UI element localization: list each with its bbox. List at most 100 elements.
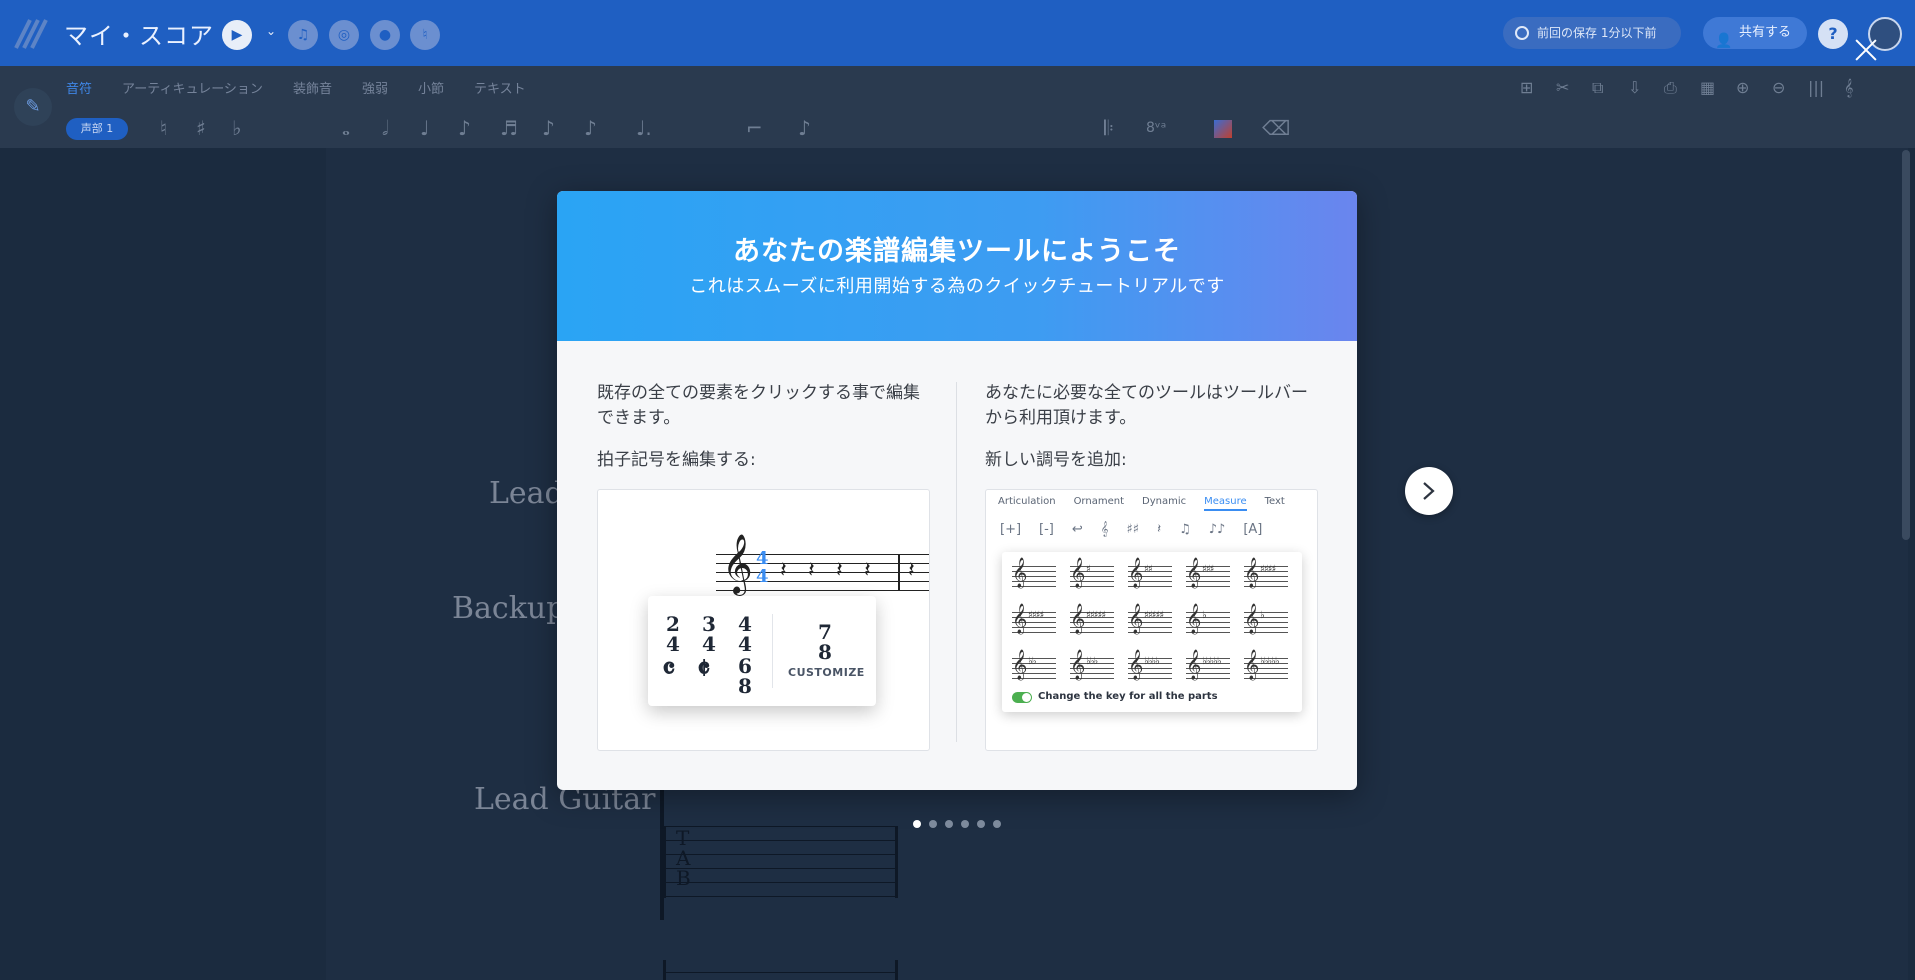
mini-tab: Ornament [1073,496,1124,507]
text-icon: [A] [1243,522,1263,537]
layout-icon[interactable]: ▦ [1700,78,1722,97]
tab-staff[interactable] [663,826,898,898]
key-signature-option: 𝄞 ♯♯♯♯ [1244,558,1288,588]
key-signature-icon: ♯♯ [1126,522,1140,537]
eighth-note-icon[interactable]: ♪ [458,116,471,140]
time-signature-illustration: 𝄞 44 𝄽 𝄽 𝄽 𝄽 𝄽 24 34 44 𝄴 𝄵 68 7 8 CUSTO… [597,489,930,751]
add-user-icon: 👤 [1715,33,1733,49]
return-icon: ↩ [1071,522,1083,537]
delete-icon[interactable]: ⌫ [1262,116,1290,140]
score-title[interactable]: マイ・スコア [64,16,214,51]
natural-icon[interactable]: ♮ [160,116,167,140]
tab-measure[interactable]: 小節 [418,78,444,97]
tie-icon: ♪♪ [1208,522,1226,537]
metronome-icon[interactable]: ◎ [329,20,359,50]
toggle-label: Change the key for all the parts [1038,691,1218,702]
tab-notes[interactable]: 音符 [66,78,92,97]
next-slide-button[interactable] [1405,467,1453,515]
pagination-dot[interactable] [977,820,985,828]
tutorial-text: 既存の全ての要素をクリックする事で編集できます。 [597,383,920,428]
tab-ornament[interactable]: 装飾音 [293,78,332,97]
tutorial-label: 拍子記号を編集する: [597,450,756,470]
mini-tab: Text [1264,496,1285,507]
mini-tab: Measure [1204,496,1247,511]
sixteenth-note-icon[interactable]: ♬ [500,116,518,140]
common-time-icon: 𝄴 [662,652,676,687]
share-button[interactable]: 👤 共有する [1703,17,1807,49]
time-signature-option: 44 [738,612,752,656]
tab-clef: TAB [676,826,691,890]
quarter-note-icon[interactable]: ♩ [420,116,429,140]
triplet-icon[interactable]: ⌐ [746,116,763,140]
tab-dynamic[interactable]: 強弱 [362,78,388,97]
key-signature-option: 𝄞 ♭♭♭♭♭ [1186,650,1230,680]
half-note-icon[interactable]: 𝅗𝅥 [382,116,388,140]
piano-icon[interactable]: 𝄞 [1844,78,1866,97]
key-signature-option: 𝄞 ♯♯♯ [1186,558,1230,588]
tab-text[interactable]: テキスト [474,78,526,97]
instrument-name[interactable]: Lead [489,476,564,511]
key-signature-option: 𝄞 ♭♭♭♭ [1128,650,1172,680]
download-icon[interactable]: ⇩ [1628,78,1650,97]
add-measure-icon[interactable]: ⊞ [1520,78,1542,97]
ottava-button[interactable]: 8ᵛᵃ [1146,120,1166,136]
repeat-icon[interactable]: 𝄆 [1104,116,1114,140]
zoom-in-icon[interactable]: ⊕ [1736,78,1758,97]
toolbar-tabs: 音符 アーティキュレーション 装飾音 強弱 小節 テキスト [66,78,526,97]
pagination-dot[interactable] [961,820,969,828]
column-divider [956,382,957,742]
sharp-icon[interactable]: ♯ [196,116,206,140]
pagination-dot[interactable] [993,820,1001,828]
key-signature-illustration: Articulation Ornament Dynamic Measure Te… [985,489,1318,751]
mini-tab: Articulation [998,496,1056,507]
chevron-down-icon[interactable]: ⌄ [266,24,276,38]
clock-icon [1515,26,1529,40]
thirty-second-note-icon[interactable]: ♪ [542,116,555,140]
help-button[interactable]: ? [1818,19,1848,49]
rest-icon: 𝄽 [864,558,871,583]
customize-label: CUSTOMIZE [788,666,865,679]
time-signature-option: 24 [666,612,680,656]
cut-time-icon: 𝄵 [697,652,711,687]
scrollbar[interactable] [1902,150,1910,540]
tuner-icon[interactable]: ♮ [410,20,440,50]
tab-articulation[interactable]: アーティキュレーション [122,78,263,97]
rest-icon: 𝄽 [808,558,815,583]
bars-icon[interactable]: ||| [1808,78,1830,97]
modal-title: あなたの楽譜編集ツールにようこそ [733,236,1181,267]
key-signature-option: 𝄞 ♯ [1070,558,1114,588]
sixty-fourth-note-icon[interactable]: ♪ [584,116,597,140]
tutorial-column-left: 既存の全ての要素をクリックする事で編集できます。 拍子記号を編集する: [597,381,931,470]
print-icon[interactable]: ⎙ [1664,78,1686,97]
tutorial-text: あなたに必要な全てのツールはツールバーから利用頂けます。 [985,383,1308,428]
play-icon[interactable]: ▶ [222,20,252,50]
treble-clef-icon: 𝄞 [722,534,753,594]
staff[interactable] [663,960,898,980]
dotted-note-icon[interactable]: ♩. [636,116,652,140]
tutorial-label: 新しい調号を追加: [985,450,1127,470]
instrument-name[interactable]: Backup [452,591,565,626]
mixer-icon[interactable]: ♫ [288,20,318,50]
pagination-dots [913,820,1001,828]
pagination-dot[interactable] [945,820,953,828]
record-icon[interactable]: ● [370,20,400,50]
key-signature-option: 𝄞 ♭♭♭ [1070,650,1114,680]
save-status-badge[interactable]: 前回の保存 1分以下前 [1503,17,1681,49]
cut-icon[interactable]: ✂ [1556,78,1578,97]
copy-icon[interactable]: ⧉ [1592,78,1614,97]
close-icon[interactable] [1852,36,1880,64]
zoom-out-icon[interactable]: ⊖ [1772,78,1794,97]
voice-selector[interactable]: 声部 1 [66,118,128,140]
key-signature-option: 𝄞 ♭ [1244,604,1288,634]
app-logo-icon[interactable] [14,16,48,50]
color-picker-icon[interactable] [1214,120,1232,138]
tutorial-column-right: あなたに必要な全てのツールはツールバーから利用頂けます。 新しい調号を追加: [985,381,1319,470]
pagination-dot[interactable] [929,820,937,828]
whole-note-icon[interactable]: 𝅝 [342,116,350,140]
flat-icon[interactable]: ♭ [232,116,241,140]
key-signature-panel: 𝄞 𝄞 ♯ 𝄞 ♯♯ 𝄞 ♯♯♯ 𝄞 ♯♯♯♯ 𝄞 ♯♯♯♯ 𝄞 ♯♯♯♯♯ 𝄞 ♯♯♯♯♯ … [1002,552,1302,712]
grace-note-icon[interactable]: ♪ [798,116,811,140]
pagination-dot[interactable] [913,820,921,828]
barline [898,554,900,590]
pen-icon[interactable]: ✎ [14,88,52,126]
